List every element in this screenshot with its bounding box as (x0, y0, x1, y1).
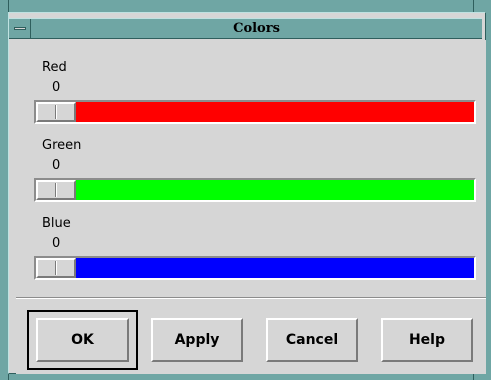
red-slider-trough[interactable] (36, 102, 474, 122)
window-border-left[interactable] (0, 0, 8, 380)
window-menu-button[interactable] (9, 19, 31, 38)
colors-dialog-window: Colors Red 0 Green 0 Blue 0 OK Apply Can… (0, 0, 491, 380)
green-slider-value: 0 (52, 158, 61, 173)
green-slider[interactable] (34, 178, 476, 202)
thumb-grip (55, 183, 57, 197)
cancel-button[interactable]: Cancel (266, 318, 358, 362)
red-slider[interactable] (34, 100, 476, 124)
resize-corner-mark (473, 0, 474, 12)
window-menu-icon (13, 27, 26, 30)
blue-slider-trough[interactable] (36, 258, 474, 278)
red-slider-value: 0 (52, 80, 61, 95)
button-area-separator (16, 297, 486, 299)
red-slider-label: Red (42, 60, 67, 75)
green-slider-thumb[interactable] (36, 180, 76, 200)
thumb-grip (55, 261, 57, 275)
blue-slider-thumb[interactable] (36, 258, 76, 278)
window-border-top[interactable] (0, 0, 491, 12)
apply-button[interactable]: Apply (151, 318, 243, 362)
ok-button[interactable]: OK (36, 318, 129, 362)
blue-slider-label: Blue (42, 216, 71, 231)
title-bar[interactable]: Colors (9, 18, 482, 39)
red-slider-thumb[interactable] (36, 102, 76, 122)
window-border-right[interactable] (486, 0, 491, 380)
blue-slider-value: 0 (52, 236, 61, 251)
window-title: Colors (233, 21, 280, 36)
window-border-bottom[interactable] (0, 374, 491, 380)
green-slider-trough[interactable] (36, 180, 474, 200)
help-button[interactable]: Help (381, 318, 473, 362)
resize-corner-mark (8, 0, 9, 12)
green-slider-label: Green (42, 138, 82, 153)
blue-slider[interactable] (34, 256, 476, 280)
thumb-grip (55, 105, 57, 119)
